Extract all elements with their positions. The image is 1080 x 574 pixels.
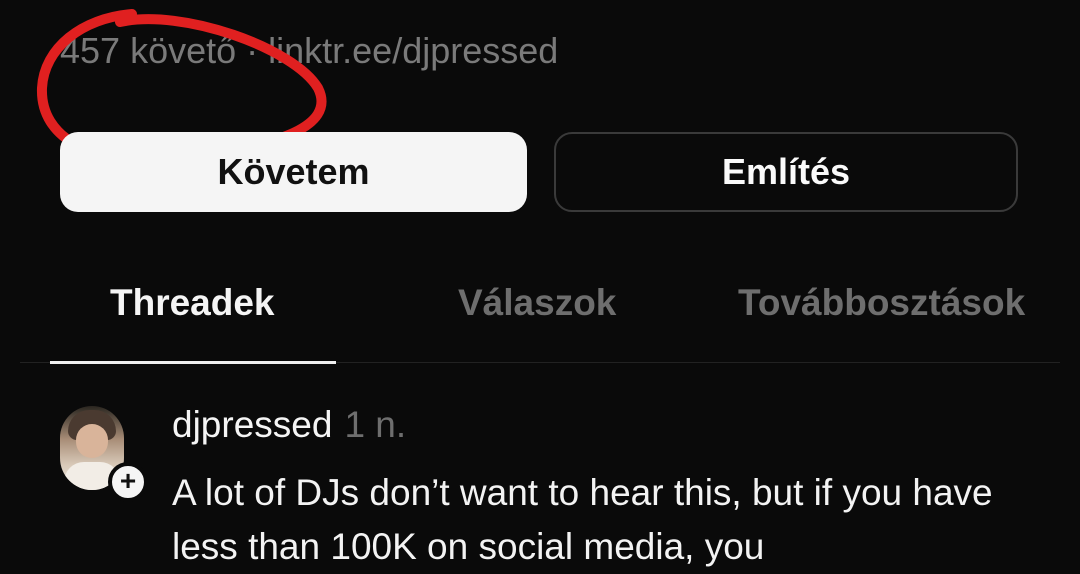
- follow-plus-icon[interactable]: +: [108, 462, 148, 502]
- active-tab-indicator: [50, 361, 336, 364]
- post-username[interactable]: djpressed: [172, 404, 332, 445]
- mention-button[interactable]: Említés: [554, 132, 1018, 212]
- followers-count[interactable]: 457 követő: [60, 30, 236, 71]
- tab-reposts[interactable]: Továbbosztások: [738, 282, 1025, 324]
- meta-separator: ·: [246, 30, 259, 71]
- profile-tabs: Threadek Válaszok Továbbosztások: [0, 270, 1080, 366]
- bio-line: [120, 0, 140, 5]
- avatar-face: [76, 424, 108, 458]
- tab-threads[interactable]: Threadek: [110, 282, 275, 324]
- tab-replies[interactable]: Válaszok: [458, 282, 616, 324]
- post-text: A lot of DJs don’t want to hear this, bu…: [172, 472, 993, 567]
- profile-link[interactable]: linktr.ee/djpressed: [268, 30, 558, 71]
- profile-meta: 457 követő · linktr.ee/djpressed: [60, 30, 558, 72]
- follow-button[interactable]: Követem: [60, 132, 527, 212]
- post-header: djpressed 1 n.: [172, 404, 406, 446]
- post-time: 1 n.: [344, 404, 407, 445]
